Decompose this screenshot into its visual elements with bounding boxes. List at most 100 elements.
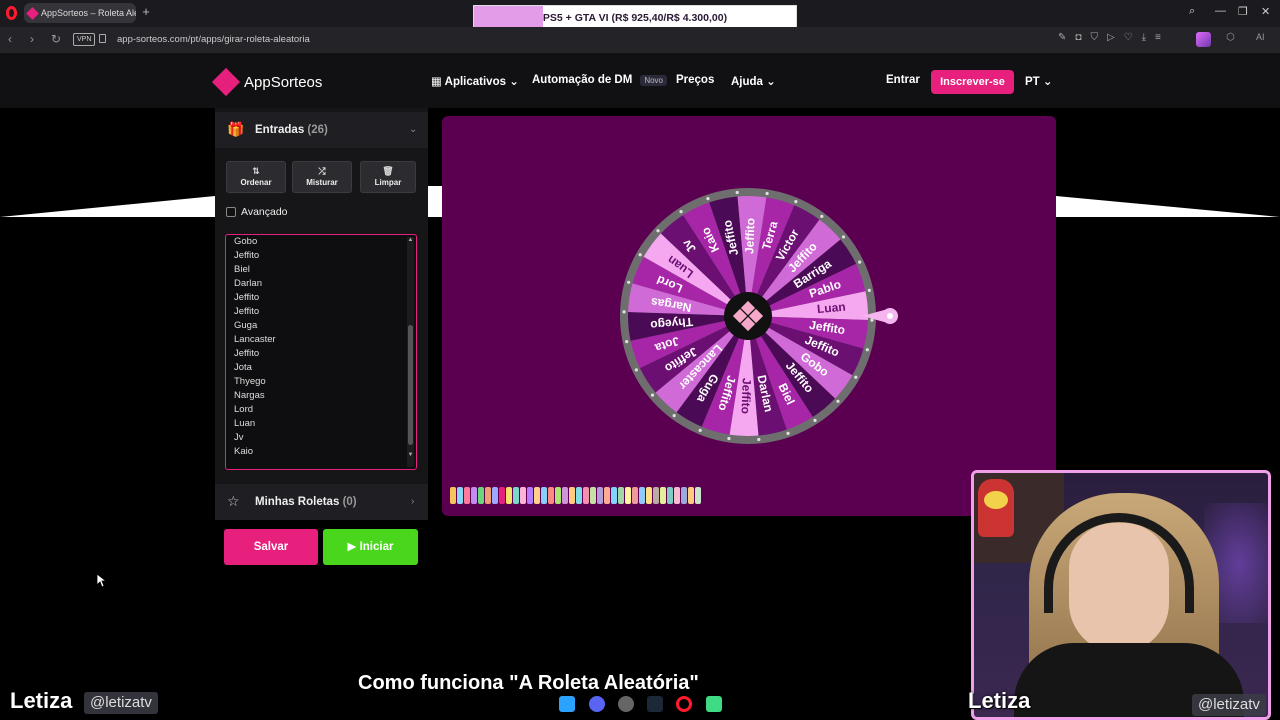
scrollbar-thumb[interactable] xyxy=(408,325,413,445)
entry-item: Jeffito xyxy=(234,250,260,261)
palette-swatch[interactable] xyxy=(555,487,561,504)
minimize-icon[interactable]: — xyxy=(1215,5,1226,17)
palette-swatch[interactable] xyxy=(604,487,610,504)
scroll-up-icon[interactable]: ▲ xyxy=(407,237,414,243)
palette-swatch[interactable] xyxy=(506,487,512,504)
palette-swatch[interactable] xyxy=(681,487,687,504)
clear-button[interactable]: 🗑 Limpar xyxy=(360,161,416,193)
palette-swatch[interactable] xyxy=(450,487,456,504)
webcam-overlay xyxy=(971,470,1271,720)
shuffle-label: Misturar xyxy=(306,178,338,187)
app-icon[interactable] xyxy=(706,696,722,712)
palette-swatch[interactable] xyxy=(457,487,463,504)
palette-swatch[interactable] xyxy=(597,487,603,504)
palette-swatch[interactable] xyxy=(520,487,526,504)
start-button[interactable]: ▶ Iniciar xyxy=(323,529,418,565)
steam-icon[interactable] xyxy=(647,696,663,712)
palette-swatch[interactable] xyxy=(583,487,589,504)
palette-swatch[interactable] xyxy=(639,487,645,504)
shield-icon[interactable]: ⛉ xyxy=(1090,32,1098,43)
palette-swatch[interactable] xyxy=(576,487,582,504)
forward-icon[interactable]: › xyxy=(30,32,34,46)
palette-swatch[interactable] xyxy=(632,487,638,504)
palette-swatch[interactable] xyxy=(534,487,540,504)
windows-start-icon[interactable] xyxy=(559,696,575,712)
palette-swatch[interactable] xyxy=(541,487,547,504)
scroll-down-icon[interactable]: ▼ xyxy=(407,452,414,458)
nav-dm-automation[interactable]: Automação de DM Novo xyxy=(532,74,668,86)
palette-swatch[interactable] xyxy=(527,487,533,504)
discord-icon[interactable] xyxy=(589,696,605,712)
palette-swatch[interactable] xyxy=(667,487,673,504)
entries-title: Entradas (26) xyxy=(255,124,328,136)
login-link[interactable]: Entrar xyxy=(886,74,920,86)
decorative-stripe xyxy=(428,186,442,217)
palette-swatch[interactable] xyxy=(471,487,477,504)
palette-swatch[interactable] xyxy=(485,487,491,504)
palette-swatch[interactable] xyxy=(569,487,575,504)
aria-ai-button[interactable]: AI xyxy=(1256,32,1265,42)
nav-prices[interactable]: Preços xyxy=(676,74,714,86)
sort-label: Ordenar xyxy=(240,178,272,187)
obs-icon[interactable] xyxy=(618,696,634,712)
decorative-stripe xyxy=(0,196,215,217)
extensions-icon[interactable]: ⬡ xyxy=(1226,32,1235,43)
palette-swatch[interactable] xyxy=(618,487,624,504)
opera-icon[interactable] xyxy=(676,696,692,712)
url-field[interactable]: app-sorteos.com/pt/apps/girar-roleta-ale… xyxy=(117,34,310,45)
chevron-right-icon[interactable]: › xyxy=(411,496,414,507)
camera-icon[interactable]: ◘ xyxy=(1075,32,1081,43)
palette-swatch[interactable] xyxy=(653,487,659,504)
nav-dm-label: Automação de DM xyxy=(532,74,633,86)
back-icon[interactable]: ‹ xyxy=(8,32,12,46)
palette-swatch[interactable] xyxy=(688,487,694,504)
opera-logo-icon[interactable] xyxy=(6,6,17,20)
wheel-rim-dot xyxy=(854,375,858,379)
palette-swatch[interactable] xyxy=(611,487,617,504)
reload-icon[interactable]: ↻ xyxy=(51,32,61,46)
palette-swatch[interactable] xyxy=(660,487,666,504)
browser-tab[interactable]: AppSorteos – Roleta Alea xyxy=(24,3,136,23)
close-window-icon[interactable]: ✕ xyxy=(1261,5,1270,18)
palette-swatch[interactable] xyxy=(548,487,554,504)
nav-apps[interactable]: ▦ Aplicativos ⌄ xyxy=(431,74,519,88)
palette-swatch[interactable] xyxy=(562,487,568,504)
wheel-rim-dot xyxy=(706,197,710,201)
heart-icon[interactable]: ♡ xyxy=(1124,32,1133,43)
palette-swatch[interactable] xyxy=(499,487,505,504)
lock-icon[interactable] xyxy=(99,34,106,43)
new-tab-button[interactable]: + xyxy=(139,5,153,19)
profile-avatar[interactable] xyxy=(1196,32,1211,47)
logo-text: AppSorteos xyxy=(244,73,323,91)
play-icon[interactable]: ▷ xyxy=(1107,32,1115,43)
palette-swatch[interactable] xyxy=(625,487,631,504)
palette-swatch[interactable] xyxy=(464,487,470,504)
search-tabs-icon[interactable]: ⌕ xyxy=(1189,5,1195,18)
download-icon[interactable]: ⤓ xyxy=(1142,32,1146,43)
sort-button[interactable]: ⇅ Ordenar xyxy=(226,161,286,193)
palette-swatch[interactable] xyxy=(513,487,519,504)
wheel-hub[interactable] xyxy=(724,292,772,340)
menu-icon[interactable]: ≡ xyxy=(1155,32,1161,43)
chevron-down-icon[interactable]: ⌄ xyxy=(409,124,417,135)
palette-swatch[interactable] xyxy=(695,487,701,504)
save-button[interactable]: Salvar xyxy=(224,529,318,565)
advanced-label[interactable]: Avançado xyxy=(241,206,288,218)
appsorteos-logo[interactable]: AppSorteos xyxy=(211,67,323,97)
maximize-icon[interactable]: ❐ xyxy=(1238,5,1248,18)
nav-help[interactable]: Ajuda ⌄ xyxy=(731,74,776,88)
random-wheel[interactable]: LuanJeffitoJeffitoGoboJeffitoBielDarlanJ… xyxy=(442,116,1056,516)
palette-swatch[interactable] xyxy=(674,487,680,504)
palette-swatch[interactable] xyxy=(646,487,652,504)
entries-textarea[interactable]: ▲ ▼ Gobo Jeffito Biel Darlan Jeffito Jeffito G… xyxy=(225,234,417,470)
language-selector[interactable]: PT ⌄ xyxy=(1025,74,1053,88)
vpn-badge[interactable]: VPN xyxy=(73,33,96,46)
advanced-checkbox[interactable] xyxy=(226,207,236,217)
edit-icon[interactable]: ✎ xyxy=(1058,32,1066,43)
shuffle-button[interactable]: ⤮ Misturar xyxy=(292,161,352,193)
signup-button[interactable]: Inscrever-se xyxy=(931,70,1014,94)
palette-swatch[interactable] xyxy=(478,487,484,504)
palette-swatch[interactable] xyxy=(492,487,498,504)
entries-count: (26) xyxy=(307,124,328,136)
palette-swatch[interactable] xyxy=(590,487,596,504)
